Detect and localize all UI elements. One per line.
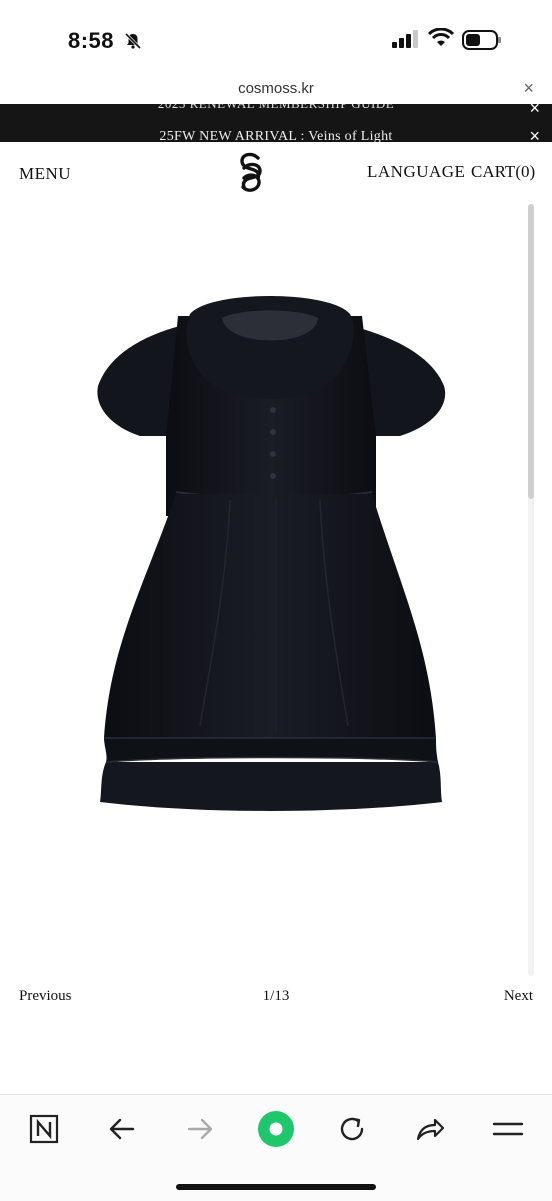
image-counter: 1/13 (262, 988, 290, 1004)
status-time: 8:58 (68, 28, 115, 53)
signal-icon (392, 30, 418, 48)
reload-icon[interactable] (332, 1109, 372, 1149)
close-icon[interactable]: × (523, 78, 534, 99)
site-header: MENU LANGUAGE CART(0) (0, 142, 552, 204)
menu-icon[interactable] (488, 1109, 528, 1149)
scrollbar[interactable] (528, 204, 534, 976)
announcement-bar: 2025 RENEWAL MEMBERSHIP GUIDE × 25FW NEW… (0, 104, 552, 142)
next-button[interactable]: Next (504, 988, 533, 1005)
menu-button[interactable]: MENU (19, 164, 71, 184)
forward-arrow-icon[interactable] (180, 1109, 220, 1149)
wifi-icon (428, 28, 454, 46)
url-text[interactable]: cosmoss.kr (0, 80, 552, 97)
battery-icon (462, 30, 501, 50)
close-icon[interactable]: × (529, 104, 540, 119)
product-image[interactable] (80, 286, 460, 816)
back-arrow-icon[interactable] (102, 1109, 142, 1149)
cart-button[interactable]: CART(0) (471, 162, 535, 182)
cosmoss-logo[interactable] (234, 152, 268, 194)
green-dot-icon[interactable] (256, 1109, 296, 1149)
url-bar[interactable]: cosmoss.kr × (0, 72, 552, 104)
announcement-text[interactable]: 25FW NEW ARRIVAL : Veins of Light (0, 129, 552, 142)
scrollbar-thumb[interactable] (528, 204, 534, 499)
announcement-close-icon[interactable]: × (529, 126, 540, 142)
status-bar: 8:58 (0, 0, 552, 80)
share-icon[interactable] (410, 1109, 450, 1149)
gallery-navigation: Previous 1/13 Next (0, 986, 552, 1010)
announcement-previous-text: 2025 RENEWAL MEMBERSHIP GUIDE (0, 104, 552, 112)
naver-home-icon[interactable] (24, 1109, 64, 1149)
home-indicator (176, 1184, 376, 1190)
bell-slash-icon (124, 32, 142, 50)
language-button[interactable]: LANGUAGE (367, 162, 465, 182)
